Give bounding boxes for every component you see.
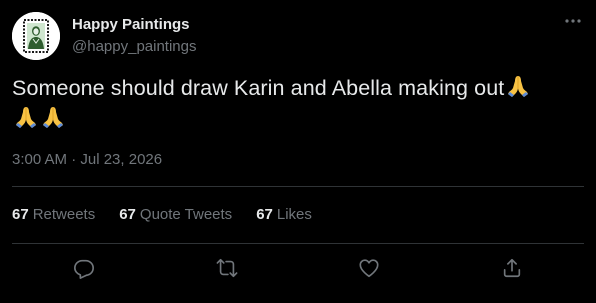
tweet-card: Happy Paintings @happy_paintings Someone… [0, 0, 596, 303]
retweets-label: Retweets [32, 206, 96, 223]
quote-tweets-count: 67 [119, 206, 136, 223]
retweets-count: 67 [12, 206, 29, 223]
share-button[interactable] [499, 255, 525, 281]
folded-hands-emoji-icon [505, 73, 531, 99]
folded-hands-emoji-icon [13, 104, 39, 130]
divider [12, 186, 584, 187]
retweets-stat[interactable]: 67 Retweets [12, 205, 95, 225]
tweet-stats: 67 Retweets 67 Quote Tweets 67 Likes [12, 205, 336, 225]
likes-stat[interactable]: 67 Likes [256, 205, 312, 225]
tweet-timestamp[interactable]: 3:00 AM · Jul 23, 2026 [12, 150, 162, 170]
author-display-name[interactable]: Happy Paintings [72, 15, 190, 35]
author-handle[interactable]: @happy_paintings [72, 37, 196, 57]
like-icon [359, 259, 379, 278]
avatar[interactable] [12, 12, 60, 60]
like-button[interactable] [356, 255, 382, 281]
reply-button[interactable] [71, 255, 97, 281]
likes-count: 67 [256, 206, 273, 223]
tweet-text-body: Someone should draw Karin and Abella mak… [12, 76, 505, 100]
folded-hands-emoji-icon [40, 104, 66, 130]
quote-tweets-label: Quote Tweets [139, 206, 233, 223]
more-options-button[interactable] [556, 8, 590, 34]
share-icon [503, 258, 521, 278]
reply-icon [74, 259, 94, 279]
divider [12, 243, 584, 244]
retweet-button[interactable] [214, 255, 240, 281]
more-horizontal-icon [565, 19, 581, 23]
tweet-text: Someone should draw Karin and Abella mak… [12, 73, 584, 135]
likes-label: Likes [276, 206, 312, 223]
retweet-icon [216, 258, 238, 278]
quote-tweets-stat[interactable]: 67 Quote Tweets [119, 205, 232, 225]
mona-lisa-stamp-avatar-icon [12, 12, 60, 60]
